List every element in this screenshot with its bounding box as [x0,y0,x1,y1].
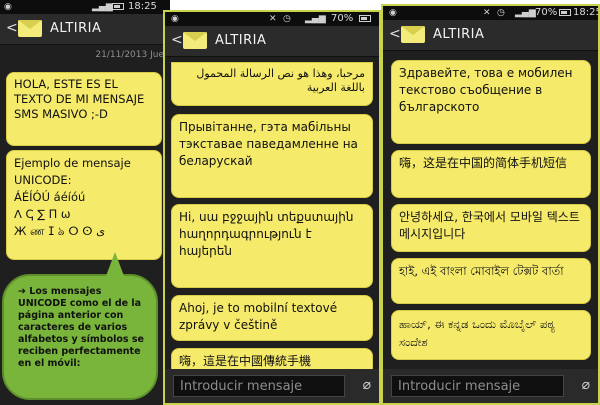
envelope-icon [183,32,207,49]
battery-percent: 70% [535,7,558,18]
status-bar: ◉ ✕ ◷ ▂▄▆ 70% [165,12,379,26]
message-bubble[interactable]: Прывітанне, гэта мабільны тэкставае паве… [171,114,373,198]
left-phone-screen: ◉ ▂▄▆ 18:25 < ALTIRIA 21/11/2013 Jue HOL… [0,0,170,405]
conversation-header: < ALTIRIA [383,20,598,51]
signal-icon: ▂▄▆ [515,8,536,18]
back-icon[interactable]: < [171,32,183,48]
conversation-header: < ALTIRIA [165,26,379,57]
message-bubble[interactable]: Hi, սա բջջային տեքստային հաղորդագրությու… [171,204,373,288]
message-bubble[interactable]: Ahoj, je to mobilní textové zprávy v češ… [171,295,373,341]
clock: 18:25 [573,7,600,18]
message-text: 嗨，这是在中国的简体手机短信 [399,156,568,170]
right-phone-screen: ◉ ✕ ◷ ▂▄▆ 70% 18:25 < ALTIRIA Здравейте,… [381,4,600,405]
message-bubble[interactable]: 안녕하세요, 한국에서 모바일 텍스트 메시지입니다 [391,204,591,252]
arrow-icon: ➔ [18,286,26,297]
composer-bar: Introducir mensaje ⌀ [383,369,598,403]
message-text: 嗨，這是在中國傳統手機 [179,354,312,368]
message-text: হাই, এই বাংলা মোবাইল টেক্সট বার্তা [399,264,564,278]
notification-icon: ◉ [4,2,12,12]
signal-icon: ▂▄▆ [92,2,113,12]
battery-icon [559,9,571,16]
status-bar: ◉ ▂▄▆ 18:25 [0,0,170,14]
message-input[interactable]: Introducir mensaje [391,375,564,397]
signal-icon: ▂▄▆ [305,14,326,24]
status-bar: ◉ ✕ ◷ ▂▄▆ 70% 18:25 [383,6,598,20]
info-callout: ➔ Los mensajes UNICODE como el de la pág… [2,252,158,400]
envelope-icon [401,26,425,43]
message-text: مرحبا، وهذا هو نص الرسالة المحمول باللغة… [196,67,365,94]
message-bubble[interactable]: 嗨，这是在中国的简体手机短信 [391,150,591,198]
message-bubble[interactable]: Здравейте, това е мобилен текстово съобщ… [391,60,591,144]
message-text: Ejemplo de mensaje UNICODE: ÁÉÍÓÚ áéíóú … [14,156,131,238]
message-text: Hi, սա բջջային տեքստային հաղորդագրությու… [179,210,354,258]
message-text: Ahoj, je to mobilní textové zprávy v češ… [179,301,338,332]
message-bubble[interactable]: ಹಾಯ್, ಈ ಕನ್ನಡ ಒಂದು ಮೊಬೈಲ್ ಪಠ್ಯ ಸಂದೇಶ [391,310,591,360]
sync-icon: ◉ [389,8,397,18]
attach-icon[interactable]: ⌀ [363,377,371,393]
attach-icon[interactable]: ⌀ [582,377,590,393]
message-text: HOLA, ESTE ES EL TEXTO DE MI MENSAJE SMS… [14,77,145,121]
message-input[interactable]: Introducir mensaje [173,375,345,397]
message-text: 안녕하세요, 한국에서 모바일 텍스트 메시지입니다 [399,210,580,241]
alarm-icon: ◷ [283,14,291,24]
message-text: Здравейте, това е мобилен текстово съобщ… [399,66,573,114]
contact-name: ALTIRIA [50,21,102,36]
clock: 18:25 [128,1,157,12]
callout-text: Los mensajes UNICODE como el de la págin… [18,286,144,369]
battery-percent: 70% [331,13,354,24]
contact-name: ALTIRIA [433,27,485,42]
message-bubble[interactable]: Ejemplo de mensaje UNICODE: ÁÉÍÓÚ áéíóú … [6,150,162,260]
alarm-icon: ◷ [497,8,505,18]
date-separator: 21/11/2013 Jue [95,50,164,60]
envelope-icon [18,20,42,37]
mute-icon: ✕ [269,14,277,24]
back-icon[interactable]: < [6,20,18,36]
sync-icon: ◉ [171,14,179,24]
back-icon[interactable]: < [389,26,401,42]
contact-name: ALTIRIA [215,33,267,48]
mute-icon: ✕ [483,8,491,18]
conversation-header: < ALTIRIA [0,14,170,45]
message-bubble[interactable]: হাই, এই বাংলা মোবাইল টেক্সট বার্তা [391,258,591,304]
battery-icon [359,15,371,22]
message-bubble[interactable]: HOLA, ESTE ES EL TEXTO DE MI MENSAJE SMS… [6,72,162,146]
message-bubble[interactable]: مرحبا، وهذا هو نص الرسالة المحمول باللغة… [171,62,373,106]
message-text: Прывітанне, гэта мабільны тэкставае паве… [179,120,358,168]
composer-bar: Introducir mensaje ⌀ [165,369,379,403]
message-text: ಹಾಯ್, ಈ ಕನ್ನಡ ಒಂದು ಮೊಬೈಲ್ ಪಠ್ಯ ಸಂದೇಶ [399,317,555,349]
battery-icon [112,3,124,10]
middle-phone-screen: ◉ ✕ ◷ ▂▄▆ 70% < ALTIRIA مرحبا، وهذا هو ن… [163,10,381,405]
